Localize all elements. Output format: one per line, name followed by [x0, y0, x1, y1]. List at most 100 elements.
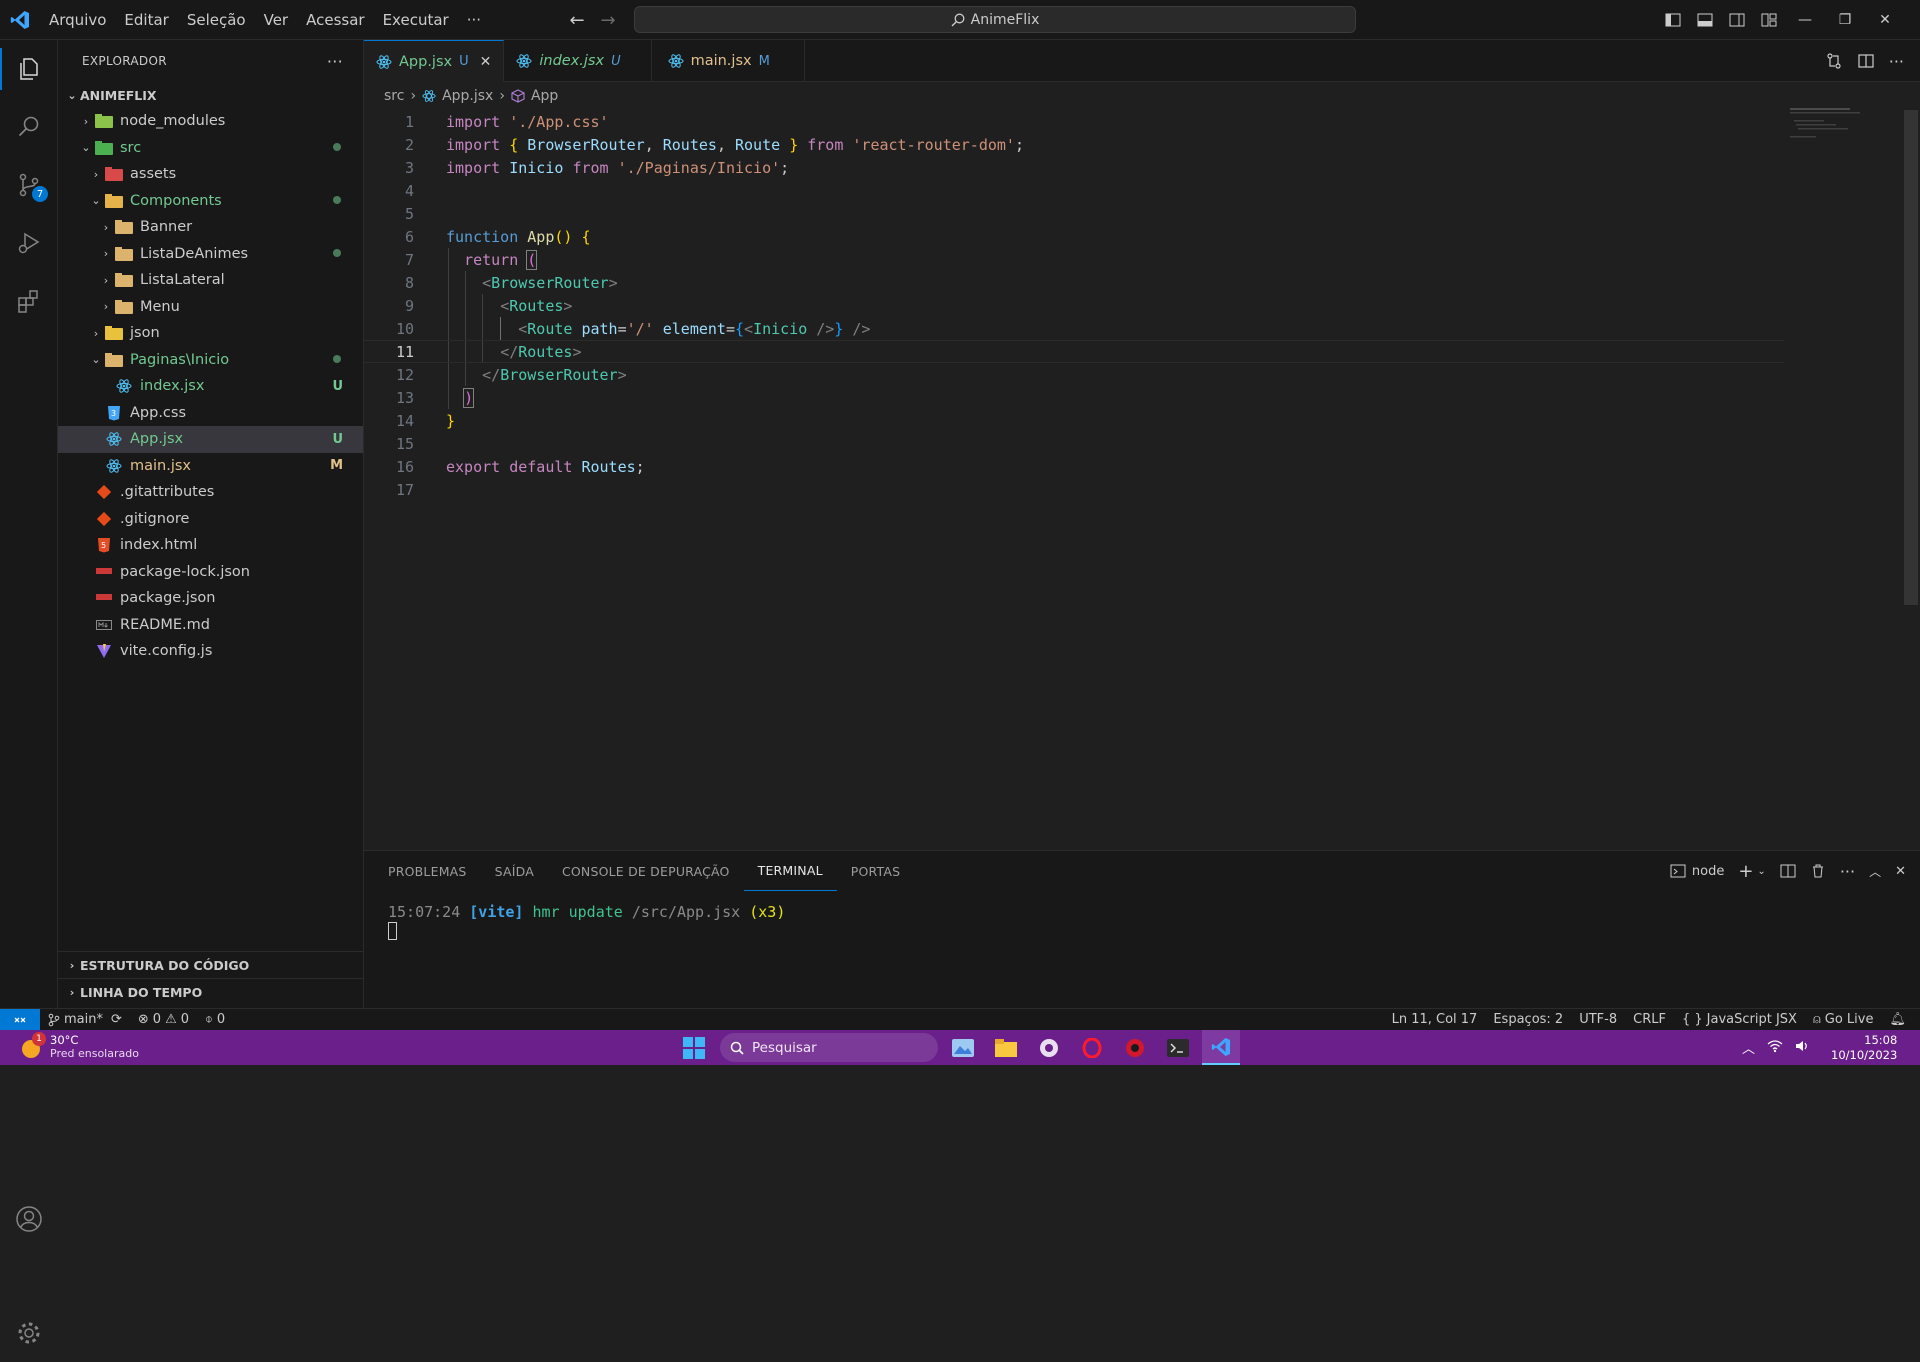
tab-terminal[interactable]: TERMINAL — [743, 851, 837, 891]
app-red-gear-icon[interactable] — [1116, 1030, 1154, 1065]
trash-icon[interactable] — [1810, 863, 1826, 879]
tree-item-app-css[interactable]: 3 App.css — [58, 400, 363, 427]
account-icon[interactable] — [0, 1190, 58, 1248]
breadcrumb-file[interactable]: App.jsx — [442, 88, 493, 104]
more-actions-icon[interactable]: ··· — [1889, 52, 1904, 71]
tree-item-components[interactable]: ⌄ Components — [58, 188, 363, 215]
customize-layout-icon[interactable] — [1753, 0, 1785, 40]
more-actions-icon[interactable]: ··· — [1840, 862, 1855, 881]
tree-item-vite-config-js[interactable]: vite.config.js — [58, 638, 363, 665]
weather-widget[interactable]: 1 30°C Pred ensolarado — [18, 1032, 139, 1061]
tab-app-jsx[interactable]: App.jsx U ✕ — [364, 40, 505, 82]
close-panel-icon[interactable]: ✕ — [1895, 864, 1906, 879]
ports-indicator[interactable]: ⌽ 0 — [197, 1012, 233, 1027]
windows-terminal-icon[interactable] — [1159, 1030, 1197, 1065]
minimize-icon[interactable]: — — [1785, 0, 1825, 40]
tree-item-banner[interactable]: › Banner — [58, 214, 363, 241]
tree-item-gitignore[interactable]: .gitignore — [58, 506, 363, 533]
tree-item-gitattributes[interactable]: .gitattributes — [58, 479, 363, 506]
settings-gear-icon[interactable] — [0, 1304, 58, 1362]
github-desktop-icon[interactable] — [1030, 1030, 1068, 1065]
menu-selecao[interactable]: Seleção — [178, 0, 255, 40]
split-terminal-icon[interactable] — [1780, 863, 1796, 879]
notifications-bell-icon[interactable]: 🔔︎ — [1881, 1012, 1920, 1027]
split-editor-icon[interactable] — [1857, 52, 1875, 70]
tab-main-jsx[interactable]: main.jsx M — [652, 40, 805, 82]
tree-item-paginas-inicio[interactable]: ⌄ Paginas\Inicio — [58, 347, 363, 374]
tab-problems[interactable]: PROBLEMAS — [374, 851, 481, 891]
toggle-secondary-sidebar-icon[interactable] — [1721, 0, 1753, 40]
menu-ver[interactable]: Ver — [255, 0, 298, 40]
photos-app-icon[interactable] — [944, 1030, 982, 1065]
restore-icon[interactable]: ❐ — [1825, 0, 1865, 40]
menu-executar[interactable]: Executar — [374, 0, 458, 40]
minimap[interactable] — [1790, 106, 1886, 146]
opera-browser-icon[interactable] — [1073, 1030, 1111, 1065]
back-arrow-icon[interactable]: ← — [563, 6, 591, 34]
menu-acessar[interactable]: Acessar — [297, 0, 373, 40]
tab-ports[interactable]: PORTAS — [837, 851, 915, 891]
tab-debug-console[interactable]: CONSOLE DE DEPURAÇÃO — [548, 851, 744, 891]
menu-editar[interactable]: Editar — [115, 0, 177, 40]
cursor-position[interactable]: Ln 11, Col 17 — [1384, 1012, 1486, 1027]
tree-item-package-json[interactable]: package.json — [58, 585, 363, 612]
tree-item-index-html[interactable]: 5 index.html — [58, 532, 363, 559]
source-control-icon[interactable]: 7 — [0, 156, 58, 214]
wifi-icon[interactable] — [1767, 1039, 1783, 1057]
breadcrumb-folder[interactable]: src — [384, 88, 404, 104]
tree-item-main-jsx[interactable]: main.jsx M — [58, 453, 363, 480]
maximize-panel-icon[interactable]: ︿ — [1869, 863, 1881, 880]
end-of-line[interactable]: CRLF — [1625, 1012, 1674, 1027]
indentation[interactable]: Espaços: 2 — [1485, 1012, 1571, 1027]
forward-arrow-icon[interactable]: → — [594, 6, 622, 34]
git-branch[interactable]: main* ⟳ — [40, 1012, 130, 1027]
menu-arquivo[interactable]: Arquivo — [40, 0, 115, 40]
tree-item-assets[interactable]: › assets — [58, 161, 363, 188]
toggle-panel-icon[interactable] — [1689, 0, 1721, 40]
command-center-search[interactable]: AnimeFlix — [634, 6, 1356, 33]
vscode-taskbar-icon[interactable] — [1202, 1030, 1240, 1065]
tree-item-menu[interactable]: › Menu — [58, 294, 363, 321]
tray-overflow-chevron-icon[interactable]: ︿ — [1742, 1038, 1755, 1057]
new-terminal-icon[interactable]: + — [1738, 861, 1753, 882]
terminal-shell-selector[interactable]: node — [1670, 863, 1724, 879]
open-changes-icon[interactable] — [1825, 52, 1843, 70]
tree-item-package-lock-json[interactable]: package-lock.json — [58, 559, 363, 586]
code-editor[interactable]: 1 import './App.css' 2 import { BrowserR… — [364, 110, 1904, 850]
tab-output[interactable]: SAÍDA — [481, 851, 548, 891]
tree-item-index-jsx[interactable]: index.jsx U — [58, 373, 363, 400]
remote-indicator-icon[interactable] — [0, 1008, 40, 1031]
terminal-output[interactable]: 15:07:24 [vite] hmr update /src/App.jsx … — [388, 903, 785, 940]
outline-section-header[interactable]: › ESTRUTURA DO CÓDIGO — [58, 951, 364, 978]
tree-item-src[interactable]: ⌄ src — [58, 135, 363, 162]
encoding[interactable]: UTF-8 — [1571, 1012, 1625, 1027]
project-folder-header[interactable]: ⌄ ANIMEFLIX — [58, 82, 363, 108]
breadcrumb-symbol[interactable]: App — [531, 88, 558, 104]
tree-item-lista-de-animes[interactable]: › ListaDeAnimes — [58, 241, 363, 268]
windows-start-icon[interactable] — [675, 1030, 713, 1065]
search-icon[interactable] — [0, 98, 58, 156]
volume-icon[interactable] — [1795, 1039, 1811, 1057]
tree-item-readme-md[interactable]: README.md — [58, 612, 363, 639]
explorer-icon[interactable] — [0, 40, 58, 98]
close-tab-icon[interactable]: ✕ — [480, 54, 492, 70]
problems-indicator[interactable]: ⊗ 0 ⚠ 0 — [130, 1012, 197, 1027]
menu-more[interactable]: ··· — [458, 0, 490, 40]
file-explorer-icon[interactable] — [987, 1030, 1025, 1065]
tab-index-jsx[interactable]: index.jsx U — [504, 40, 652, 82]
sync-icon[interactable]: ⟳ — [111, 1012, 122, 1027]
timeline-section-header[interactable]: › LINHA DO TEMPO — [58, 978, 364, 1005]
close-window-icon[interactable]: ✕ — [1865, 0, 1905, 40]
tree-item-lista-lateral[interactable]: › ListaLateral — [58, 267, 363, 294]
toggle-primary-sidebar-icon[interactable] — [1657, 0, 1689, 40]
run-debug-icon[interactable] — [0, 214, 58, 272]
tree-item-json[interactable]: › json — [58, 320, 363, 347]
editor-scrollbar[interactable] — [1904, 110, 1918, 605]
go-live-button[interactable]: ⍝ Go Live — [1805, 1012, 1882, 1027]
taskbar-search[interactable]: Pesquisar — [720, 1033, 938, 1062]
tree-item-app-jsx[interactable]: App.jsx U — [58, 426, 363, 453]
tree-item-node-modules[interactable]: › node_modules — [58, 108, 363, 135]
language-mode[interactable]: { } JavaScript JSX — [1674, 1012, 1805, 1027]
chevron-down-icon[interactable]: ⌄ — [1757, 866, 1765, 877]
clock[interactable]: 15:08 10/10/2023 — [1831, 1033, 1897, 1063]
